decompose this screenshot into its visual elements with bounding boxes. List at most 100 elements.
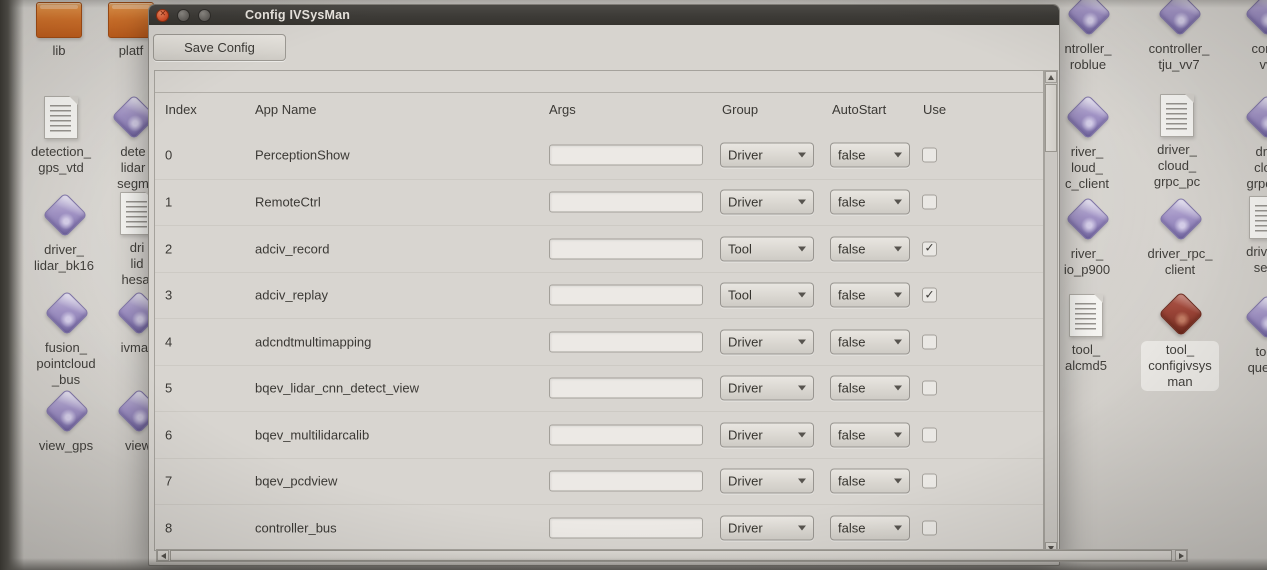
desktop-icon[interactable]: drivclougrpc_s: [1206, 94, 1267, 192]
horizontal-scroll-thumb[interactable]: [170, 550, 1172, 561]
index-cell: 6: [165, 427, 172, 442]
args-input[interactable]: [549, 285, 703, 306]
autostart-select[interactable]: false: [830, 143, 910, 168]
autostart-select-value: false: [838, 381, 865, 396]
app-name-cell: adciv_record: [255, 241, 329, 256]
use-checkbox[interactable]: ✓: [922, 288, 937, 303]
autostart-select[interactable]: false: [830, 422, 910, 447]
document-icon: [1069, 294, 1103, 337]
autostart-select-value: false: [838, 288, 865, 303]
app-name-cell: RemoteCtrl: [255, 195, 321, 210]
index-cell: 4: [165, 334, 172, 349]
group-select[interactable]: Tool: [720, 283, 814, 308]
args-input[interactable]: [549, 378, 703, 399]
save-config-button[interactable]: Save Config: [153, 34, 286, 61]
icon-label: lib: [52, 43, 65, 59]
arrow-left-icon: [161, 553, 166, 559]
group-select-value: Driver: [728, 148, 763, 163]
config-window: Config IVSysMan Save Config Index App Na…: [148, 4, 1060, 566]
group-select[interactable]: Driver: [720, 515, 814, 540]
scroll-right-button[interactable]: [1175, 550, 1187, 561]
icon-label: river_io_p900: [1064, 246, 1110, 278]
desktop-icon[interactable]: toolqueryr: [1206, 294, 1267, 376]
header-app-name: App Name: [255, 102, 316, 117]
autostart-select-value: false: [838, 520, 865, 535]
titlebar[interactable]: Config IVSysMan: [149, 5, 1059, 25]
window-title: Config IVSysMan: [245, 8, 350, 22]
icon-label: contrvv: [1252, 41, 1267, 73]
icon-label: tool_alcmd5: [1065, 342, 1107, 374]
group-select[interactable]: Driver: [720, 190, 814, 215]
table-row: 6 bqev_multilidarcalib Driver false ✓: [155, 411, 1043, 457]
use-checkbox[interactable]: ✓: [922, 520, 937, 535]
vertical-scrollbar[interactable]: [1044, 70, 1058, 555]
document-lines: [126, 201, 147, 229]
group-select-value: Driver: [728, 474, 763, 489]
args-input[interactable]: [549, 192, 703, 213]
use-checkbox[interactable]: ✓: [922, 148, 937, 163]
use-checkbox[interactable]: ✓: [922, 241, 937, 256]
horizontal-scrollbar[interactable]: [156, 549, 1188, 562]
arrow-right-icon: [1179, 553, 1184, 559]
table-row: 7 bqev_pcdview Driver false ✓: [155, 458, 1043, 504]
minimize-icon[interactable]: [177, 9, 190, 22]
app-config-table: Index App Name Args Group AutoStart Use …: [154, 70, 1044, 551]
diamond-icon: [1065, 196, 1110, 241]
autostart-select-value: false: [838, 148, 865, 163]
group-select[interactable]: Driver: [720, 329, 814, 354]
args-input[interactable]: [549, 517, 703, 538]
header-group: Group: [722, 102, 758, 117]
autostart-select-value: false: [838, 241, 865, 256]
scroll-up-button[interactable]: [1045, 71, 1057, 83]
group-select[interactable]: Driver: [720, 469, 814, 494]
use-checkbox[interactable]: ✓: [922, 334, 937, 349]
args-input[interactable]: [549, 331, 703, 352]
args-input[interactable]: [549, 238, 703, 259]
args-input[interactable]: [549, 471, 703, 492]
document-lines: [50, 105, 71, 133]
app-name-cell: controller_bus: [255, 520, 337, 535]
desktop-icon[interactable]: contrvv: [1206, 0, 1267, 73]
arrow-up-icon: [1048, 75, 1054, 80]
args-input[interactable]: [549, 424, 703, 445]
autostart-select[interactable]: false: [830, 283, 910, 308]
group-select[interactable]: Driver: [720, 422, 814, 447]
index-cell: 1: [165, 195, 172, 210]
autostart-select[interactable]: false: [830, 329, 910, 354]
use-checkbox[interactable]: ✓: [922, 474, 937, 489]
check-icon: ✓: [924, 288, 934, 300]
diamond-icon: [1158, 196, 1203, 241]
close-icon[interactable]: [156, 9, 169, 22]
group-select[interactable]: Driver: [720, 143, 814, 168]
icon-label: controller_tju_vv7: [1149, 41, 1210, 73]
group-select[interactable]: Driver: [720, 376, 814, 401]
args-input[interactable]: [549, 145, 703, 166]
icon-label: ntroller_roblue: [1065, 41, 1112, 73]
autostart-select[interactable]: false: [830, 190, 910, 215]
icon-label: river_loud_c_client: [1065, 144, 1109, 192]
autostart-select[interactable]: false: [830, 469, 910, 494]
autostart-select-value: false: [838, 427, 865, 442]
group-select-value: Tool: [728, 288, 752, 303]
group-select[interactable]: Tool: [720, 236, 814, 261]
diamond-icon: [1157, 0, 1202, 36]
desktop-icon[interactable]: driver_serv: [1206, 194, 1267, 276]
diamond-icon: [1066, 0, 1111, 36]
diamond-icon: [1244, 94, 1267, 139]
maximize-icon[interactable]: [198, 9, 211, 22]
autostart-select[interactable]: false: [830, 376, 910, 401]
table-rows: 0 PerceptionShow Driver false ✓ 1 Remote…: [155, 132, 1043, 550]
group-select-value: Driver: [728, 381, 763, 396]
use-checkbox[interactable]: ✓: [922, 195, 937, 210]
header-autostart: AutoStart: [832, 102, 886, 117]
use-checkbox[interactable]: ✓: [922, 427, 937, 442]
autostart-select[interactable]: false: [830, 236, 910, 261]
use-checkbox[interactable]: ✓: [922, 381, 937, 396]
group-select-value: Driver: [728, 334, 763, 349]
vertical-scroll-thumb[interactable]: [1045, 84, 1057, 152]
scroll-left-button[interactable]: [157, 550, 169, 561]
check-icon: ✓: [924, 242, 934, 254]
table-header: Index App Name Args Group AutoStart Use: [155, 92, 1043, 132]
document-lines: [1255, 205, 1267, 233]
autostart-select[interactable]: false: [830, 515, 910, 540]
